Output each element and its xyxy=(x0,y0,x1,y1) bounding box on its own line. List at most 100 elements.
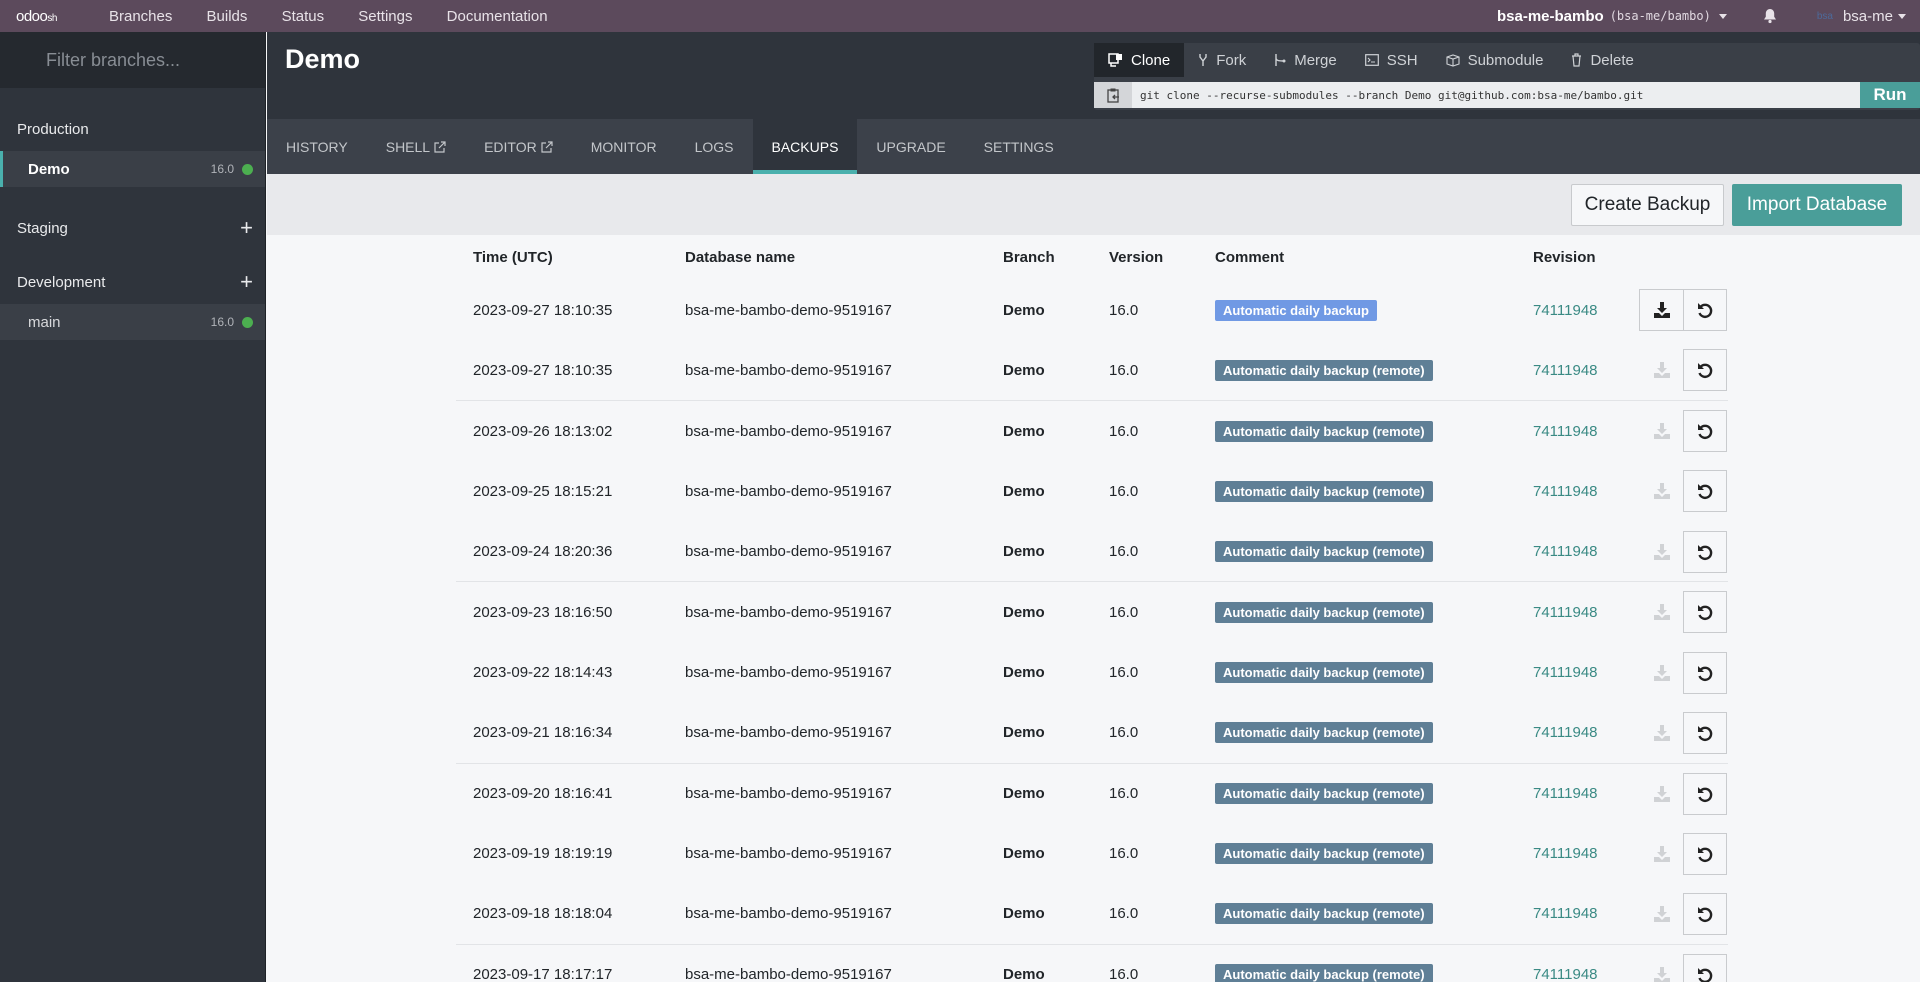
revision-link[interactable]: 74111948 xyxy=(1533,543,1598,560)
tab-label: Clone xyxy=(1131,51,1171,69)
user-menu[interactable]: bsa-me xyxy=(1843,8,1906,25)
tab-logs[interactable]: LOGS xyxy=(676,119,753,174)
download-backup-button[interactable] xyxy=(1639,410,1683,452)
add-staging-branch-icon[interactable]: + xyxy=(240,217,253,239)
git-tab-fork[interactable]: Fork xyxy=(1184,43,1260,77)
download-backup-button[interactable] xyxy=(1639,833,1683,875)
import-database-button[interactable]: Import Database xyxy=(1732,184,1902,226)
table-row: 2023-09-23 18:16:50 bsa-me-bambo-demo-95… xyxy=(456,582,1728,642)
backup-database-name: bsa-me-bambo-demo-9519167 xyxy=(685,785,892,803)
backup-time: 2023-09-20 18:16:41 xyxy=(473,785,613,803)
add-development-branch-icon[interactable]: + xyxy=(240,271,253,293)
section-staging: Staging + xyxy=(0,217,265,239)
backup-action-bar: Create Backup Import Database xyxy=(267,174,1920,235)
revision-link[interactable]: 74111948 xyxy=(1533,845,1598,862)
section-development: Development + xyxy=(0,271,265,293)
restore-backup-button[interactable] xyxy=(1683,530,1727,573)
backup-branch: Demo xyxy=(1003,664,1045,682)
revision-link[interactable]: 74111948 xyxy=(1533,423,1598,440)
backup-comment-badge: Automatic daily backup (remote) xyxy=(1215,662,1433,684)
user-name: bsa-me xyxy=(1842,7,1893,25)
backup-comment-badge: Automatic daily backup (remote) xyxy=(1215,903,1433,925)
git-tab-clone[interactable]: Clone xyxy=(1094,43,1185,77)
branch-item-main[interactable]: main 16.0 xyxy=(0,304,265,340)
revision-link[interactable]: 74111948 xyxy=(1533,966,1598,982)
revision-link[interactable]: 74111948 xyxy=(1533,483,1598,500)
git-command-input[interactable] xyxy=(1132,82,1860,108)
filter-branches-input[interactable] xyxy=(46,49,246,71)
download-backup-button[interactable] xyxy=(1639,712,1683,754)
revision-link[interactable]: 74111948 xyxy=(1533,785,1598,802)
bell-icon[interactable] xyxy=(1763,8,1777,24)
download-backup-button[interactable] xyxy=(1639,349,1683,391)
backup-version: 16.0 xyxy=(1109,785,1139,803)
copy-to-clipboard-icon[interactable] xyxy=(1094,82,1132,108)
top-navbar: odoosh Branches Builds Status Settings D… xyxy=(0,0,1920,32)
download-backup-button[interactable] xyxy=(1639,954,1683,982)
backup-time: 2023-09-19 18:19:19 xyxy=(473,845,613,863)
git-tab-merge[interactable]: Merge xyxy=(1260,43,1351,77)
revision-link[interactable]: 74111948 xyxy=(1533,905,1598,922)
nav-status[interactable]: Status xyxy=(282,8,325,25)
tab-monitor[interactable]: MONITOR xyxy=(572,119,676,174)
user-avatar[interactable]: bsa xyxy=(1816,10,1833,22)
chevron-down-icon xyxy=(1718,13,1727,19)
download-backup-button[interactable] xyxy=(1639,470,1683,512)
tab-upgrade[interactable]: UPGRADE xyxy=(857,119,964,174)
restore-backup-button[interactable] xyxy=(1683,772,1727,815)
restore-backup-button[interactable] xyxy=(1683,591,1727,634)
download-backup-button[interactable] xyxy=(1639,652,1683,694)
run-button[interactable]: Run xyxy=(1860,82,1920,108)
nav-documentation[interactable]: Documentation xyxy=(447,8,548,25)
nav-branches[interactable]: Branches xyxy=(109,8,172,25)
download-backup-button[interactable] xyxy=(1639,893,1683,935)
tab-settings[interactable]: SETTINGS xyxy=(965,119,1073,174)
nav-builds[interactable]: Builds xyxy=(207,8,248,25)
project-name: bsa-me-bambo xyxy=(1497,7,1604,25)
row-actions xyxy=(1639,289,1728,332)
backup-version: 16.0 xyxy=(1109,845,1139,863)
restore-backup-button[interactable] xyxy=(1683,832,1727,875)
download-backup-button[interactable] xyxy=(1639,591,1683,633)
revision-link[interactable]: 74111948 xyxy=(1533,664,1598,681)
tab-history[interactable]: HISTORY xyxy=(267,119,367,174)
restore-backup-button[interactable] xyxy=(1683,651,1727,694)
tab-shell[interactable]: SHELL xyxy=(367,119,465,174)
nav-settings[interactable]: Settings xyxy=(358,8,412,25)
tab-label: Fork xyxy=(1216,51,1247,69)
revision-link[interactable]: 74111948 xyxy=(1533,724,1598,741)
revision-link[interactable]: 74111948 xyxy=(1533,362,1598,379)
restore-backup-button[interactable] xyxy=(1683,410,1727,453)
git-tab-delete[interactable]: Delete xyxy=(1557,43,1647,77)
branch-item-demo[interactable]: Demo 16.0 xyxy=(0,151,265,187)
restore-backup-button[interactable] xyxy=(1683,892,1727,935)
restore-backup-button[interactable] xyxy=(1683,349,1727,392)
download-backup-button[interactable] xyxy=(1639,773,1683,815)
branch-tabs: HISTORY SHELL EDITOR MONITOR LOGS BACKUP… xyxy=(267,119,1920,174)
table-row: 2023-09-25 18:15:21 bsa-me-bambo-demo-95… xyxy=(456,461,1728,521)
backup-time: 2023-09-25 18:15:21 xyxy=(473,482,613,500)
tab-label: Delete xyxy=(1590,51,1634,69)
git-tab-submodule[interactable]: Submodule xyxy=(1432,43,1558,77)
row-actions xyxy=(1639,410,1728,453)
external-link-icon xyxy=(541,140,553,153)
restore-backup-button[interactable] xyxy=(1683,711,1727,754)
restore-backup-button[interactable] xyxy=(1683,289,1727,332)
row-actions xyxy=(1639,953,1728,982)
tab-editor[interactable]: EDITOR xyxy=(465,119,572,174)
git-tab-ssh[interactable]: SSH xyxy=(1351,43,1432,77)
tab-backups[interactable]: BACKUPS xyxy=(752,119,858,174)
revision-link[interactable]: 74111948 xyxy=(1533,302,1598,319)
col-branch: Branch xyxy=(1003,249,1055,266)
tab-label: SSH xyxy=(1386,51,1418,69)
revision-link[interactable]: 74111948 xyxy=(1533,604,1598,621)
download-backup-button[interactable] xyxy=(1639,531,1683,573)
backup-comment-badge: Automatic daily backup (remote) xyxy=(1215,722,1433,744)
create-backup-button[interactable]: Create Backup xyxy=(1571,184,1724,226)
restore-icon xyxy=(1698,544,1713,560)
project-selector[interactable]: bsa-me-bambo (bsa-me/bambo) xyxy=(1497,8,1727,25)
restore-backup-button[interactable] xyxy=(1683,953,1727,982)
restore-backup-button[interactable] xyxy=(1683,470,1727,513)
odoo-sh-logo[interactable]: odoosh xyxy=(16,8,76,25)
download-backup-button[interactable] xyxy=(1639,289,1683,332)
